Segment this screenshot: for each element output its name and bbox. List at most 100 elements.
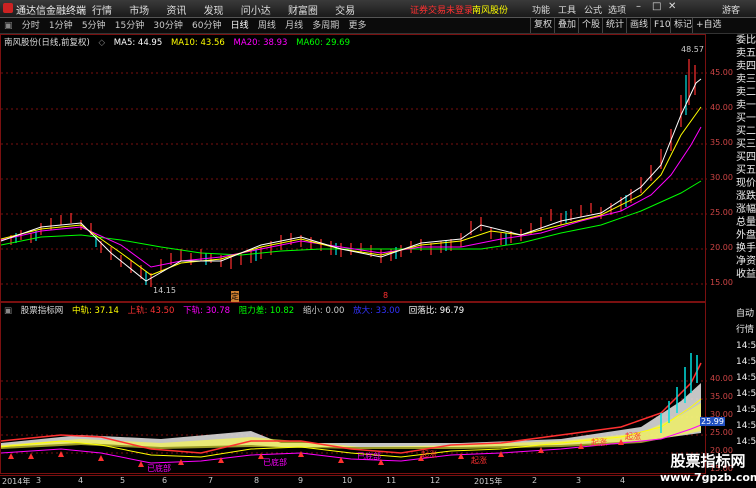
menu-options[interactable]: 选项 [608,3,626,16]
timeline-label: 2014年 [2,477,31,486]
quote-field: 买四 [736,152,756,163]
watermark: 股票指标网 www.7gpzb.com [660,450,756,487]
timeline-axis: 2014年 3 4 5 6 7 8 9 10 11 12 2015年 2 3 4 [0,475,706,488]
quote-field: 卖五 [736,48,756,59]
close-icon[interactable]: ✕ [668,1,676,12]
signal-tag: 已底部 [357,452,381,461]
indicator-panel[interactable]: ▣ 股票指标网 中轨: 37.14 上轨: 43.50 下轨: 30.78 阻力… [0,302,707,474]
tick-field: 14:50 [736,373,756,383]
main-menu: 行情 市场 资讯 发现 问小达 财富圈 交易 [92,2,369,17]
menu-item[interactable]: 发现 [204,2,224,17]
toolbar-adjust[interactable]: 复权 [530,18,555,33]
tick-field: 14:50 [736,357,756,367]
quote-field: 委比 [736,35,756,46]
login-notice[interactable]: 证券交易未登录 [410,3,473,16]
quote-field: 卖一 [736,100,756,111]
price-chart-svg [1,59,707,287]
app-title: 通达信金融终端 [16,6,86,17]
price-axis-label: 30.00 [710,173,733,182]
event-mark[interactable]: 8 [383,291,388,300]
indicator-chart-svg [1,353,707,467]
user-label[interactable]: 游客 [722,3,740,16]
toggle-icon[interactable]: ▣ [4,21,13,31]
timeline-label: 3 [576,476,582,485]
tick-field: 14:50 [736,341,756,351]
watermark-title: 股票指标网 [670,452,746,470]
tick-field: 14:50 [736,421,756,431]
tick-field[interactable]: 自动 [736,306,756,322]
quote-field: 卖四 [736,61,756,72]
timeline-label: 4 [78,476,84,485]
toolbar-overlay[interactable]: 叠加 [554,18,579,33]
tf-tab[interactable]: 15分钟 [115,18,144,31]
timeline-label: 8 [254,476,260,485]
tf-tab[interactable]: 5分钟 [82,18,106,31]
quote-field: 涨幅 [736,204,756,215]
title-bar: 通达信金融终端 行情 市场 资讯 发现 问小达 财富圈 交易 证券交易未登录 南… [0,0,756,18]
app-logo-icon [3,3,13,13]
ind-axis-label: 35.00 [710,392,733,401]
timeline-label: 10 [342,476,353,485]
tick-column: 自动 行情 14:50 14:50 14:50 14:50 14:50 14:5… [736,306,756,450]
toolbar-draw[interactable]: 画线 [626,18,651,33]
timeline-label: 3 [36,476,42,485]
quote-field: 现价 [736,178,756,189]
quote-info-column: 委比 卖五 卖四 卖三 卖二 卖一 买一 买二 买三 买四 买五 现价 涨跌 涨… [736,34,756,304]
tick-field: 14:50 [736,405,756,415]
toolbar-stock[interactable]: 个股 [578,18,603,33]
toolbar-add-watch[interactable]: +自选 [692,18,725,33]
menu-item[interactable]: 问小达 [241,2,271,17]
quote-field: 买五 [736,165,756,176]
quote-field: 总量 [736,217,756,228]
timeline-label: 5 [120,476,126,485]
price-axis-label: 20.00 [710,243,733,252]
menu-function[interactable]: 功能 [532,3,550,16]
tick-field: 14:50 [736,437,756,447]
price-axis-label: 45.00 [710,68,733,77]
timeline-label: 12 [430,476,441,485]
menu-item[interactable]: 行情 [92,2,112,17]
timeline-label: 2015年 [474,477,503,486]
tf-tab[interactable]: 30分钟 [153,18,182,31]
tf-tab[interactable]: 多周期 [312,18,339,31]
menu-tools[interactable]: 工具 [558,3,576,16]
maximize-icon[interactable]: □ [652,1,661,12]
tf-tab[interactable]: 分时 [22,18,40,31]
ind-axis-label: 25.00 [710,428,733,437]
menu-item[interactable]: 市场 [129,2,149,17]
signal-tag: 起涨 [471,456,487,465]
timeline-label: 7 [208,476,214,485]
timeline-label: 6 [162,476,168,485]
menu-item[interactable]: 交易 [335,2,355,17]
signal-tag: 已底部 [147,464,171,473]
price-axis-label: 15.00 [710,278,733,287]
quote-field: 卖三 [736,74,756,85]
header-stock-name: 南风股份 [472,6,509,16]
signal-tag: 起涨 [421,450,437,459]
quote-field: 卖二 [736,87,756,98]
toolbar-stats[interactable]: 统计 [602,18,627,33]
event-mark[interactable]: 定 [231,291,239,302]
tf-tab[interactable]: 60分钟 [192,18,221,31]
signal-tag: 起涨 [591,438,607,447]
tf-tab-active[interactable]: 日线 [231,18,249,31]
tick-field[interactable]: 行情 [736,322,756,338]
menu-item[interactable]: 资讯 [166,2,186,17]
tick-field: 14:50 [736,389,756,399]
price-axis-label: 25.00 [710,208,733,217]
minimize-icon[interactable]: – [636,1,641,12]
price-chart-panel[interactable]: 南风股份(日线,前复权) ◇ MA5: 44.95 MA10: 43.56 MA… [0,34,707,302]
menu-formula[interactable]: 公式 [584,3,602,16]
tf-tab[interactable]: 月线 [285,18,303,31]
menu-item[interactable]: 财富圈 [288,2,318,17]
tf-tab[interactable]: 周线 [258,18,276,31]
quote-field: 外盘 [736,230,756,241]
timeline-label: 9 [298,476,304,485]
watermark-url: www.7gpzb.com [660,471,756,484]
candlestick-series [10,59,696,287]
quote-field: 净资 [736,256,756,267]
low-price-label: 14.15 [153,286,176,295]
quote-field: 收益 [736,269,756,280]
tf-tab[interactable]: 1分钟 [49,18,73,31]
tf-tab[interactable]: 更多 [348,18,366,31]
